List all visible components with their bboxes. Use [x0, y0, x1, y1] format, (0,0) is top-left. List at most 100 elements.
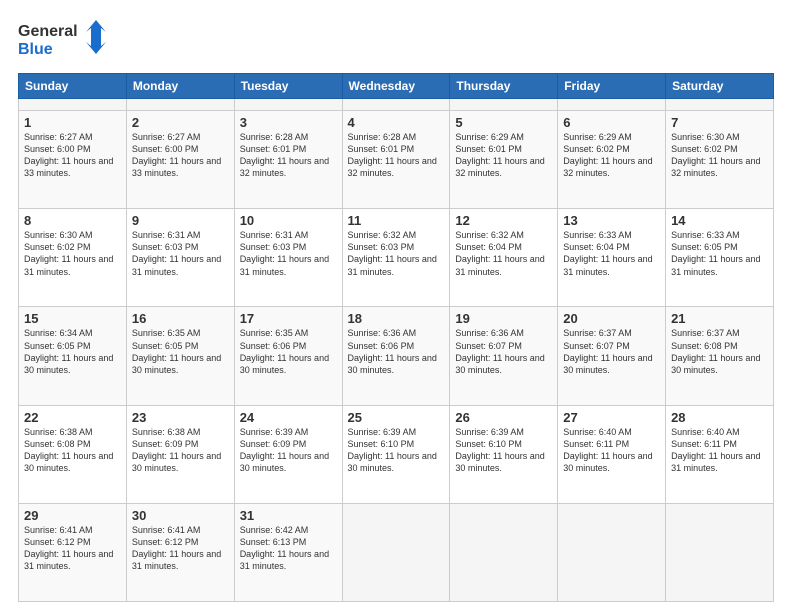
table-row: 28 Sunrise: 6:40 AMSunset: 6:11 PMDaylig… [666, 405, 774, 503]
table-row: 15 Sunrise: 6:34 AMSunset: 6:05 PMDaylig… [19, 307, 127, 405]
day-info: Sunrise: 6:40 AMSunset: 6:11 PMDaylight:… [671, 427, 760, 473]
col-saturday: Saturday [666, 74, 774, 99]
day-info: Sunrise: 6:30 AMSunset: 6:02 PMDaylight:… [671, 132, 760, 178]
day-info: Sunrise: 6:27 AMSunset: 6:00 PMDaylight:… [24, 132, 113, 178]
day-info: Sunrise: 6:32 AMSunset: 6:03 PMDaylight:… [348, 230, 437, 276]
day-info: Sunrise: 6:42 AMSunset: 6:13 PMDaylight:… [240, 525, 329, 571]
logo-svg: General Blue [18, 18, 108, 63]
day-info: Sunrise: 6:37 AMSunset: 6:07 PMDaylight:… [563, 328, 652, 374]
day-info: Sunrise: 6:28 AMSunset: 6:01 PMDaylight:… [348, 132, 437, 178]
day-info: Sunrise: 6:33 AMSunset: 6:04 PMDaylight:… [563, 230, 652, 276]
table-row: 19 Sunrise: 6:36 AMSunset: 6:07 PMDaylig… [450, 307, 558, 405]
calendar-week-row: 29 Sunrise: 6:41 AMSunset: 6:12 PMDaylig… [19, 503, 774, 601]
day-number: 18 [348, 311, 445, 326]
day-info: Sunrise: 6:40 AMSunset: 6:11 PMDaylight:… [563, 427, 652, 473]
table-row: 1 Sunrise: 6:27 AMSunset: 6:00 PMDayligh… [19, 111, 127, 209]
table-row: 9 Sunrise: 6:31 AMSunset: 6:03 PMDayligh… [126, 209, 234, 307]
table-row: 13 Sunrise: 6:33 AMSunset: 6:04 PMDaylig… [558, 209, 666, 307]
day-info: Sunrise: 6:41 AMSunset: 6:12 PMDaylight:… [132, 525, 221, 571]
day-number: 20 [563, 311, 660, 326]
table-row [342, 99, 450, 111]
day-number: 6 [563, 115, 660, 130]
table-row: 29 Sunrise: 6:41 AMSunset: 6:12 PMDaylig… [19, 503, 127, 601]
col-tuesday: Tuesday [234, 74, 342, 99]
day-number: 21 [671, 311, 768, 326]
table-row: 16 Sunrise: 6:35 AMSunset: 6:05 PMDaylig… [126, 307, 234, 405]
table-row: 20 Sunrise: 6:37 AMSunset: 6:07 PMDaylig… [558, 307, 666, 405]
table-row: 8 Sunrise: 6:30 AMSunset: 6:02 PMDayligh… [19, 209, 127, 307]
table-row: 31 Sunrise: 6:42 AMSunset: 6:13 PMDaylig… [234, 503, 342, 601]
calendar-header-row: Sunday Monday Tuesday Wednesday Thursday… [19, 74, 774, 99]
day-info: Sunrise: 6:30 AMSunset: 6:02 PMDaylight:… [24, 230, 113, 276]
day-number: 28 [671, 410, 768, 425]
table-row: 23 Sunrise: 6:38 AMSunset: 6:09 PMDaylig… [126, 405, 234, 503]
day-info: Sunrise: 6:39 AMSunset: 6:10 PMDaylight:… [348, 427, 437, 473]
day-number: 22 [24, 410, 121, 425]
table-row: 17 Sunrise: 6:35 AMSunset: 6:06 PMDaylig… [234, 307, 342, 405]
day-number: 29 [24, 508, 121, 523]
day-number: 15 [24, 311, 121, 326]
day-info: Sunrise: 6:31 AMSunset: 6:03 PMDaylight:… [132, 230, 221, 276]
day-info: Sunrise: 6:39 AMSunset: 6:09 PMDaylight:… [240, 427, 329, 473]
day-number: 14 [671, 213, 768, 228]
calendar-table: Sunday Monday Tuesday Wednesday Thursday… [18, 73, 774, 602]
table-row: 27 Sunrise: 6:40 AMSunset: 6:11 PMDaylig… [558, 405, 666, 503]
day-info: Sunrise: 6:35 AMSunset: 6:06 PMDaylight:… [240, 328, 329, 374]
day-info: Sunrise: 6:36 AMSunset: 6:07 PMDaylight:… [455, 328, 544, 374]
day-number: 24 [240, 410, 337, 425]
day-number: 10 [240, 213, 337, 228]
table-row: 18 Sunrise: 6:36 AMSunset: 6:06 PMDaylig… [342, 307, 450, 405]
calendar-week-row: 15 Sunrise: 6:34 AMSunset: 6:05 PMDaylig… [19, 307, 774, 405]
day-info: Sunrise: 6:33 AMSunset: 6:05 PMDaylight:… [671, 230, 760, 276]
day-number: 4 [348, 115, 445, 130]
svg-text:General: General [18, 23, 78, 40]
table-row [666, 99, 774, 111]
day-info: Sunrise: 6:34 AMSunset: 6:05 PMDaylight:… [24, 328, 113, 374]
table-row: 30 Sunrise: 6:41 AMSunset: 6:12 PMDaylig… [126, 503, 234, 601]
day-info: Sunrise: 6:28 AMSunset: 6:01 PMDaylight:… [240, 132, 329, 178]
logo: General Blue [18, 18, 108, 63]
day-number: 5 [455, 115, 552, 130]
table-row: 25 Sunrise: 6:39 AMSunset: 6:10 PMDaylig… [342, 405, 450, 503]
table-row: 5 Sunrise: 6:29 AMSunset: 6:01 PMDayligh… [450, 111, 558, 209]
table-row: 14 Sunrise: 6:33 AMSunset: 6:05 PMDaylig… [666, 209, 774, 307]
table-row [342, 503, 450, 601]
table-row: 21 Sunrise: 6:37 AMSunset: 6:08 PMDaylig… [666, 307, 774, 405]
day-info: Sunrise: 6:38 AMSunset: 6:09 PMDaylight:… [132, 427, 221, 473]
table-row [450, 99, 558, 111]
table-row: 22 Sunrise: 6:38 AMSunset: 6:08 PMDaylig… [19, 405, 127, 503]
day-number: 7 [671, 115, 768, 130]
table-row: 24 Sunrise: 6:39 AMSunset: 6:09 PMDaylig… [234, 405, 342, 503]
day-number: 1 [24, 115, 121, 130]
page: General Blue Sunday Monday Tuesday Wedne… [0, 0, 792, 612]
table-row: 26 Sunrise: 6:39 AMSunset: 6:10 PMDaylig… [450, 405, 558, 503]
table-row [126, 99, 234, 111]
day-info: Sunrise: 6:31 AMSunset: 6:03 PMDaylight:… [240, 230, 329, 276]
calendar-week-row [19, 99, 774, 111]
col-thursday: Thursday [450, 74, 558, 99]
day-info: Sunrise: 6:35 AMSunset: 6:05 PMDaylight:… [132, 328, 221, 374]
col-sunday: Sunday [19, 74, 127, 99]
table-row: 7 Sunrise: 6:30 AMSunset: 6:02 PMDayligh… [666, 111, 774, 209]
day-number: 11 [348, 213, 445, 228]
day-number: 9 [132, 213, 229, 228]
day-number: 26 [455, 410, 552, 425]
day-info: Sunrise: 6:41 AMSunset: 6:12 PMDaylight:… [24, 525, 113, 571]
day-info: Sunrise: 6:27 AMSunset: 6:00 PMDaylight:… [132, 132, 221, 178]
day-info: Sunrise: 6:36 AMSunset: 6:06 PMDaylight:… [348, 328, 437, 374]
col-monday: Monday [126, 74, 234, 99]
table-row [558, 503, 666, 601]
table-row: 2 Sunrise: 6:27 AMSunset: 6:00 PMDayligh… [126, 111, 234, 209]
day-number: 13 [563, 213, 660, 228]
day-info: Sunrise: 6:37 AMSunset: 6:08 PMDaylight:… [671, 328, 760, 374]
table-row: 3 Sunrise: 6:28 AMSunset: 6:01 PMDayligh… [234, 111, 342, 209]
day-number: 16 [132, 311, 229, 326]
col-friday: Friday [558, 74, 666, 99]
header: General Blue [18, 18, 774, 63]
day-number: 27 [563, 410, 660, 425]
table-row [234, 99, 342, 111]
calendar-week-row: 8 Sunrise: 6:30 AMSunset: 6:02 PMDayligh… [19, 209, 774, 307]
day-number: 8 [24, 213, 121, 228]
day-number: 19 [455, 311, 552, 326]
table-row: 6 Sunrise: 6:29 AMSunset: 6:02 PMDayligh… [558, 111, 666, 209]
